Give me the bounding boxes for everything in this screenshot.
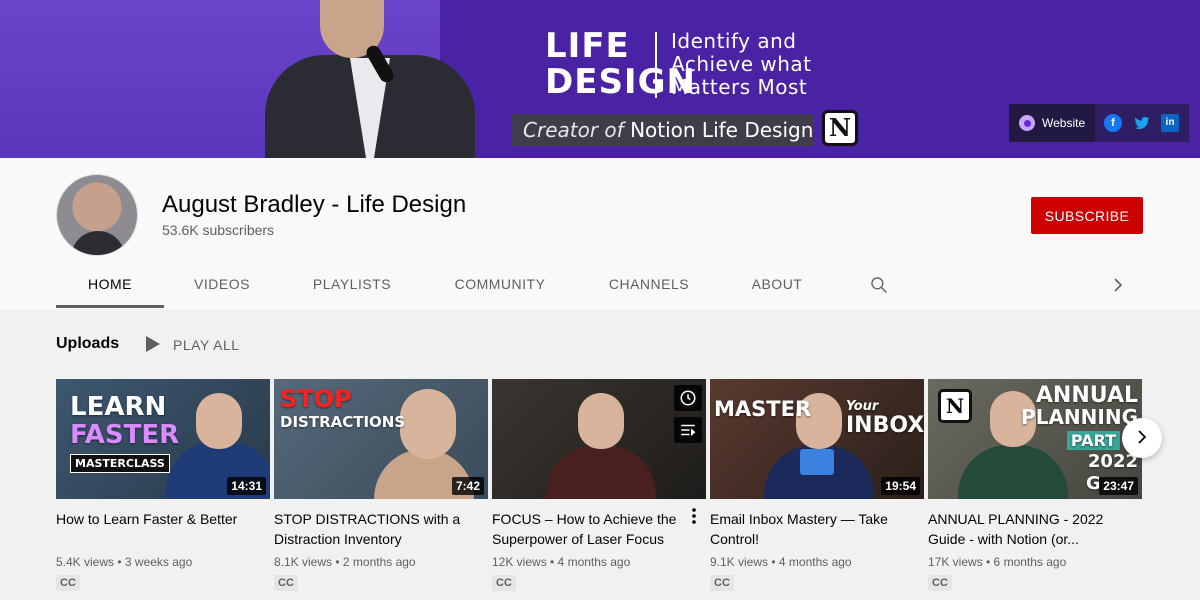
cc-badge: CC xyxy=(928,575,952,591)
thumb-text: PLANNING xyxy=(1021,405,1138,429)
notion-icon: N xyxy=(938,389,972,423)
linkedin-icon[interactable]: in xyxy=(1161,114,1179,132)
search-icon[interactable] xyxy=(869,275,889,295)
thumb-text: MASTER xyxy=(714,397,812,421)
video-card[interactable]: LEARN FASTER MASTERCLASS 14:31 How to Le… xyxy=(56,379,270,591)
video-duration: 23:47 xyxy=(1099,477,1138,495)
video-duration: 7:42 xyxy=(451,477,484,495)
facebook-icon[interactable]: f xyxy=(1104,114,1122,132)
twitter-icon[interactable] xyxy=(1133,114,1151,132)
video-card[interactable]: STOP DISTRACTIONS 7:42 STOP DISTRACTIONS… xyxy=(274,379,488,591)
thumb-text: DISTRACTIONS xyxy=(280,413,406,431)
video-thumbnail[interactable]: MASTER Your INBOX 19:54 xyxy=(710,379,924,499)
more-options-icon[interactable] xyxy=(690,507,698,525)
video-card[interactable]: FOCUS – How to Achieve the Superpower of… xyxy=(492,379,706,591)
cc-badge: CC xyxy=(274,575,298,591)
tab-about[interactable]: ABOUT xyxy=(740,264,814,309)
channel-name: August Bradley - Life Design xyxy=(162,191,467,218)
thumb-text: FASTER xyxy=(70,420,180,450)
banner-divider xyxy=(655,32,657,98)
banner-creator-label: Creator of Notion Life Design xyxy=(511,114,814,146)
video-card[interactable]: N ANNUAL PLANNING PART 2022 G 23:47 ANNU… xyxy=(928,379,1142,591)
notion-logo-icon: N xyxy=(822,110,858,146)
active-tab-indicator xyxy=(56,305,164,308)
tab-playlists[interactable]: PLAYLISTS xyxy=(298,264,406,309)
play-icon[interactable] xyxy=(146,336,160,352)
video-meta: 5.4K views • 3 weeks ago xyxy=(56,555,193,569)
banner-tagline: Identify and Achieve what Matters Most xyxy=(671,29,812,99)
subscriber-count: 53.6K subscribers xyxy=(162,222,275,238)
thumb-text: INBOX xyxy=(846,413,924,438)
section-title-uploads[interactable]: Uploads xyxy=(56,335,119,353)
video-duration: 14:31 xyxy=(227,477,266,495)
video-title[interactable]: ANNUAL PLANNING - 2022 Guide - with Noti… xyxy=(928,509,1142,549)
watch-later-icon[interactable] xyxy=(674,385,702,411)
video-duration: 19:54 xyxy=(881,477,920,495)
video-card[interactable]: MASTER Your INBOX 19:54 Email Inbox Mast… xyxy=(710,379,924,591)
website-link[interactable]: Website xyxy=(1009,104,1096,142)
channel-avatar[interactable] xyxy=(56,174,138,256)
thumb-text: Your xyxy=(846,399,879,414)
tab-videos[interactable]: VIDEOS xyxy=(172,264,272,309)
cc-badge: CC xyxy=(492,575,516,591)
video-title[interactable]: Email Inbox Mastery — Take Control! xyxy=(710,509,924,549)
video-thumbnail[interactable]: N ANNUAL PLANNING PART 2022 G 23:47 xyxy=(928,379,1142,499)
channel-banner: LIFE DESIGN Identify and Achieve what Ma… xyxy=(0,0,1200,158)
thumb-text: LEARN xyxy=(70,392,167,422)
cc-badge: CC xyxy=(710,575,734,591)
video-thumbnail[interactable]: LEARN FASTER MASTERCLASS 14:31 xyxy=(56,379,270,499)
cc-badge: CC xyxy=(56,575,80,591)
website-icon xyxy=(1019,115,1035,131)
thumb-text: MASTERCLASS xyxy=(70,454,170,473)
video-title[interactable]: FOCUS – How to Achieve the Superpower of… xyxy=(492,509,706,549)
carousel-next-button[interactable] xyxy=(1122,418,1162,458)
subscribe-button[interactable]: SUBSCRIBE xyxy=(1031,197,1143,234)
tab-channels[interactable]: CHANNELS xyxy=(596,264,702,309)
video-meta: 8.1K views • 2 months ago xyxy=(274,555,416,569)
video-thumbnail[interactable]: STOP DISTRACTIONS 7:42 xyxy=(274,379,488,499)
play-all-button[interactable]: PLAY ALL xyxy=(173,337,240,353)
thumb-text: PART xyxy=(1066,431,1120,450)
thumb-text: STOP xyxy=(280,385,352,413)
add-to-queue-icon[interactable] xyxy=(674,417,702,443)
video-meta: 9.1K views • 4 months ago xyxy=(710,555,852,569)
chevron-right-icon[interactable] xyxy=(1110,275,1126,295)
envelope-icon xyxy=(800,449,834,475)
chevron-right-icon xyxy=(1138,429,1147,444)
video-meta: 12K views • 4 months ago xyxy=(492,555,631,569)
tab-community[interactable]: COMMUNITY xyxy=(440,264,560,309)
banner-portrait xyxy=(265,0,475,158)
tab-home[interactable]: HOME xyxy=(56,264,164,309)
video-meta: 17K views • 6 months ago xyxy=(928,555,1067,569)
video-title[interactable]: STOP DISTRACTIONS with a Distraction Inv… xyxy=(274,509,488,549)
video-title[interactable]: How to Learn Faster & Better xyxy=(56,509,270,549)
